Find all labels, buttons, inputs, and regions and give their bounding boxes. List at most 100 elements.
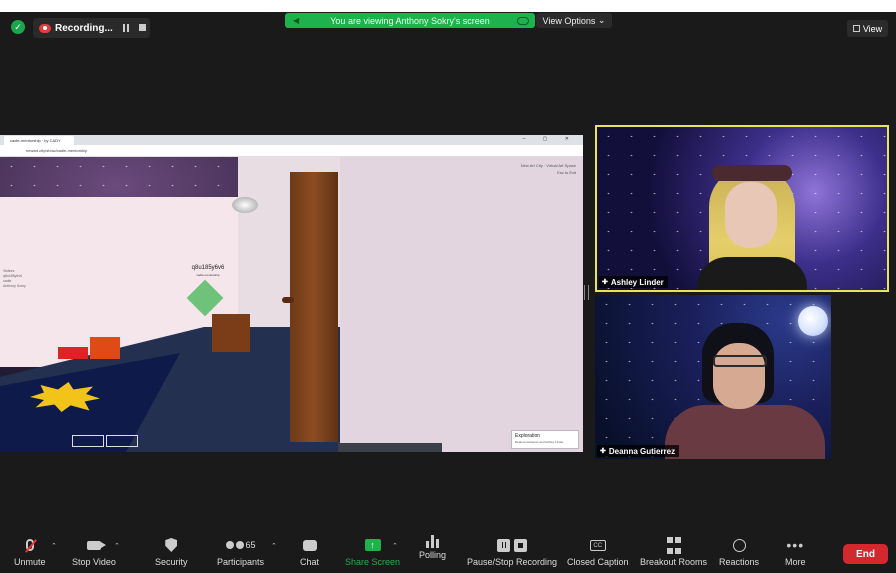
grid-icon — [852, 25, 860, 32]
scene-progress-bar — [338, 443, 442, 452]
pause-stop-recording-button[interactable]: Pause/Stop Recording — [467, 535, 557, 571]
breakout-rooms-icon — [666, 535, 681, 555]
closed-caption-button[interactable]: CC Closed Caption — [567, 535, 629, 571]
closed-caption-icon: CC — [589, 539, 606, 551]
more-dots-icon: ••• — [786, 537, 805, 553]
stop-video-button[interactable]: Stop Video — [72, 535, 116, 571]
stop-recording-icon[interactable] — [138, 24, 146, 31]
video-options-caret-icon[interactable]: ⌃ — [114, 542, 120, 550]
hotbar-slot — [72, 435, 104, 447]
view-options-button[interactable]: View Options ⌄ — [536, 13, 612, 28]
recording-indicator: Recording... — [33, 18, 150, 38]
chat-button[interactable]: Chat — [300, 535, 319, 571]
exploration-subtitle: Deanna Gutierrez and Ashley Linder — [515, 440, 564, 444]
view-options-label: View Options — [542, 15, 596, 26]
visitor-list-item: Anthony Sokry — [3, 284, 26, 288]
cloud-icon — [517, 16, 529, 25]
viewing-banner: ◀ You are viewing Anthony Sokry's screen — [285, 13, 535, 28]
reactions-label: Reactions — [719, 557, 760, 567]
participants-button[interactable]: 65 Participants — [217, 535, 264, 571]
share-screen-label: Share Screen — [345, 557, 401, 567]
flower-crown — [712, 165, 792, 181]
participant-face — [713, 343, 765, 409]
recording-cloud-icon — [39, 23, 51, 33]
view-label: View — [862, 23, 883, 34]
visitor-list: Visitors q8u185y6v6 cadie Anthony Sokry — [3, 269, 43, 289]
video-tile-deanna[interactable]: ✚ Deanna Gutierrez — [595, 295, 831, 459]
video-tile-ashley[interactable]: ✚ Ashley Linder — [595, 125, 889, 292]
encryption-shield-icon[interactable]: ✓ — [11, 20, 25, 34]
hud-text: New Art City · Virtual Art Space Esc to … — [504, 162, 576, 176]
polling-button[interactable]: Polling — [419, 535, 446, 571]
breakout-rooms-label: Breakout Rooms — [640, 557, 708, 567]
breakout-rooms-button[interactable]: Breakout Rooms — [640, 535, 707, 571]
door-knob — [282, 297, 294, 303]
stop-video-label: Stop Video — [72, 557, 116, 567]
participant-name: Deanna Gutierrez — [608, 446, 676, 456]
participant-name: Ashley Linder — [610, 277, 664, 287]
chat-label: Chat — [300, 557, 320, 567]
unmute-button[interactable]: Unmute — [14, 535, 46, 571]
more-button[interactable]: ••• More — [785, 535, 806, 571]
split-resize-handle[interactable] — [584, 285, 589, 300]
avatar-subtitle: cadie-mentorship — [196, 273, 220, 277]
audio-options-caret-icon[interactable]: ⌃ — [51, 542, 57, 550]
gallery-wall-right — [340, 157, 583, 452]
pause-stop-recording-label: Pause/Stop Recording — [467, 557, 558, 567]
glasses — [713, 355, 767, 367]
video-camera-icon — [86, 540, 106, 550]
ceiling-lamp — [232, 197, 258, 213]
wooden-chest — [212, 314, 250, 352]
bar-chart-icon — [426, 535, 440, 548]
view-button[interactable]: View — [847, 20, 888, 37]
participants-label: Participants — [217, 557, 265, 567]
participant-shirt — [697, 257, 807, 290]
browser-tab-bar: cadie-mentorship · by CADY – ▢ ✕ — [0, 135, 583, 145]
exploration-title: Exploration — [515, 433, 541, 439]
orange-block — [90, 337, 120, 359]
chat-bubble-icon — [302, 539, 317, 551]
virtual-gallery-scene: q8u185y6v6 cadie-mentorship New Art City… — [0, 157, 583, 452]
browser-tab: cadie-mentorship · by CADY — [4, 136, 74, 145]
hud-subtitle: Esc to Exit — [557, 170, 576, 175]
end-meeting-button[interactable]: End — [843, 544, 888, 564]
share-screen-arrow-icon: ↑ — [364, 539, 381, 551]
muted-microphone-icon — [25, 539, 34, 551]
closed-caption-label: Closed Caption — [567, 557, 629, 567]
polling-label: Polling — [419, 550, 447, 560]
participants-options-caret-icon[interactable]: ⌃ — [271, 542, 277, 550]
stop-icon — [514, 538, 528, 552]
exploration-panel: Exploration Deanna Gutierrez and Ashley … — [511, 430, 579, 449]
gallery-door — [290, 172, 338, 442]
security-label: Security — [155, 557, 188, 567]
participant-count: 65 — [245, 540, 256, 550]
meeting-toolbar: Unmute ⌃ Stop Video ⌃ Security 65 Partic… — [0, 532, 896, 573]
share-options-caret-icon[interactable]: ⌃ — [392, 542, 398, 550]
speaker-icon[interactable]: ◀ — [293, 16, 303, 25]
moon-background — [798, 306, 828, 336]
pause-icon — [497, 538, 511, 552]
avatar-name: q8u185y6v6 — [191, 265, 225, 271]
participants-icon-2 — [235, 541, 244, 549]
pin-icon: ✚ — [602, 279, 608, 286]
participants-icon — [225, 541, 234, 549]
shared-screen: cadie-mentorship · by CADY – ▢ ✕ newart.… — [0, 135, 583, 452]
recording-label: Recording... — [55, 22, 113, 34]
hotbar-slot — [106, 435, 138, 447]
participant-shirt — [665, 405, 825, 459]
reactions-button[interactable]: Reactions — [719, 535, 759, 571]
pin-icon: ✚ — [600, 448, 606, 455]
share-screen-button[interactable]: ↑ Share Screen — [345, 535, 400, 571]
participant-name-tag: ✚ Deanna Gutierrez — [597, 445, 680, 457]
window-controls: – ▢ ✕ — [522, 136, 577, 142]
red-block — [58, 347, 88, 359]
hud-title: New Art City · Virtual Art Space — [520, 163, 576, 168]
viewing-banner-text: You are viewing Anthony Sokry's screen — [330, 15, 490, 26]
more-label: More — [785, 557, 806, 567]
window-titlebar — [0, 0, 896, 12]
browser-url: newart.city/show/cadie-mentorship — [26, 148, 88, 153]
participant-face — [725, 182, 777, 248]
security-button[interactable]: Security — [155, 535, 188, 571]
browser-address-bar: newart.city/show/cadie-mentorship — [0, 145, 583, 157]
pause-recording-icon[interactable] — [122, 24, 129, 32]
